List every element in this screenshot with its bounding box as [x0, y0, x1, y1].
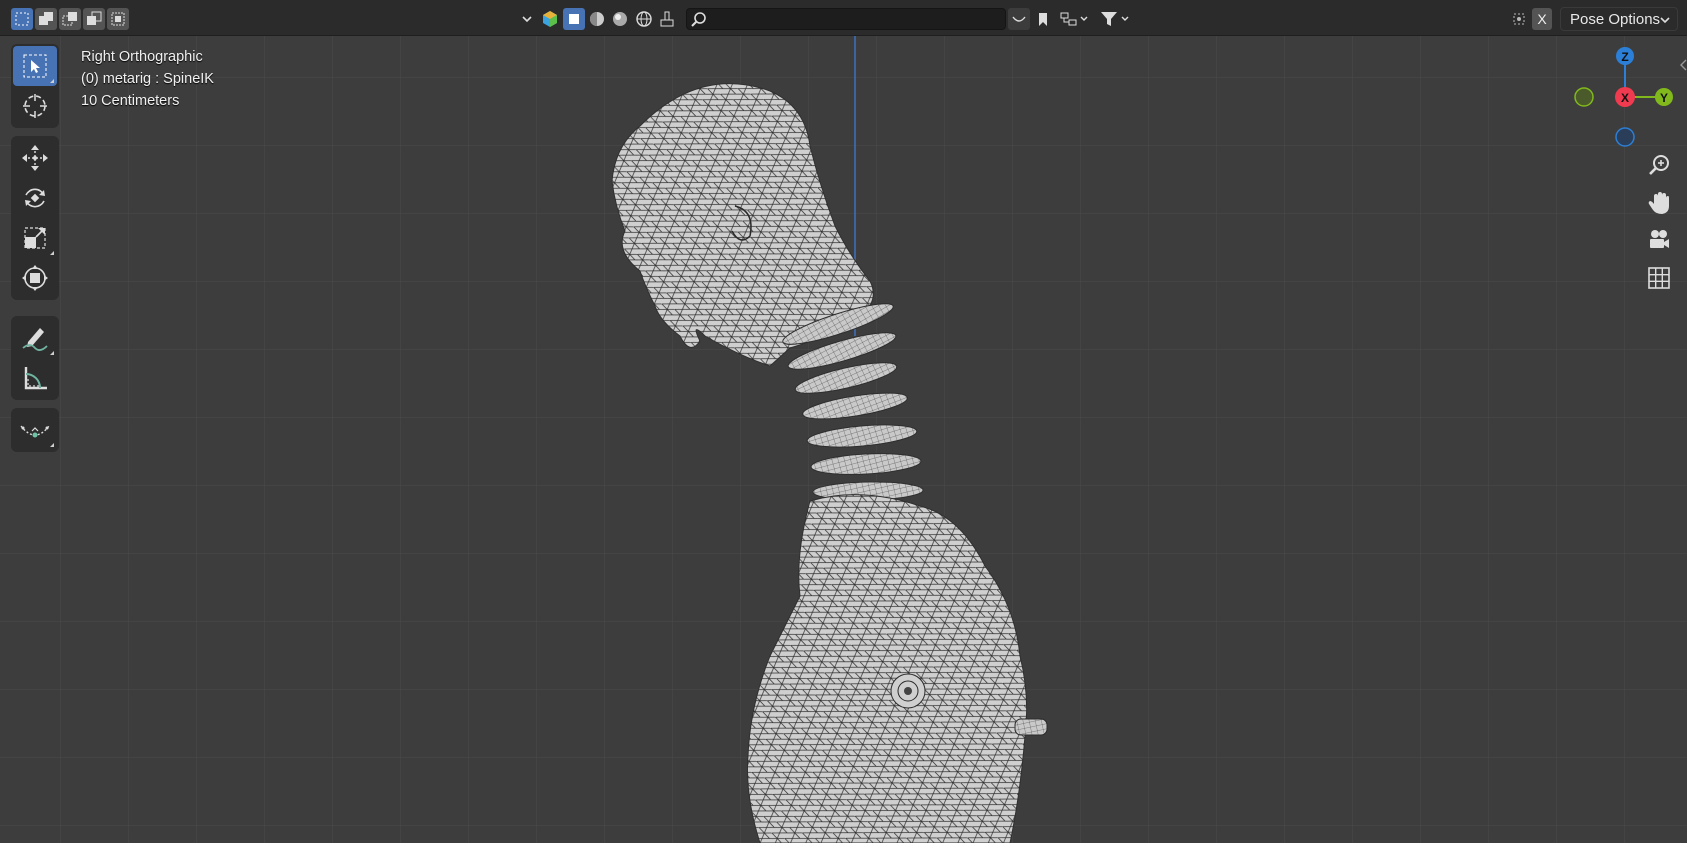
toolbar-group-annotate	[11, 316, 59, 400]
ortho-persp-toggle-button[interactable]	[1642, 261, 1676, 295]
search-field[interactable]	[686, 8, 1006, 31]
view-name: Right Orthographic	[81, 49, 203, 65]
viewport-shading-wireframe-button[interactable]	[563, 8, 585, 30]
tool-cursor[interactable]	[13, 86, 57, 126]
select-subtract-button[interactable]	[59, 8, 81, 30]
toolbar-group-transform	[11, 136, 59, 300]
hierarchy-dropdown[interactable]	[1058, 8, 1092, 30]
brush-icon	[660, 11, 674, 27]
camera-view-button[interactable]	[1642, 223, 1676, 257]
cursor-icon	[23, 94, 47, 118]
tool-relax[interactable]	[13, 410, 57, 450]
display-type-button[interactable]	[539, 8, 561, 30]
select-difference-icon	[87, 11, 102, 25]
grid-icon	[1648, 267, 1670, 289]
gizmo-x-label: X	[1621, 91, 1629, 105]
hierarchy-icon	[1060, 12, 1088, 26]
select-new-icon	[15, 12, 29, 26]
scale-icon	[24, 227, 46, 249]
viewport-header: X Pose Options	[0, 0, 1687, 36]
brush-button[interactable]	[656, 8, 678, 30]
bookmark-icon	[1039, 13, 1047, 26]
select-subtract-icon	[62, 12, 77, 26]
bone-pivot-icon	[1513, 13, 1525, 25]
chevron-down-icon	[522, 16, 532, 23]
select-intersect-button[interactable]	[107, 8, 129, 30]
zoom-magnifier-icon	[1649, 155, 1669, 175]
pose-options-label: Pose Options	[1570, 10, 1661, 28]
collapse-button[interactable]	[1008, 8, 1030, 30]
tool-move[interactable]	[13, 138, 57, 178]
tool-transform[interactable]	[13, 258, 57, 298]
gizmo-z-label: Z	[1621, 50, 1628, 64]
select-extend-icon	[39, 12, 53, 25]
viewport-shading-material-button[interactable]	[609, 8, 631, 30]
select-box-icon	[23, 54, 47, 78]
annotate-pencil-icon	[22, 328, 48, 351]
grid-scale-label: 10 Centimeters	[81, 93, 180, 109]
chevron-down-icon	[1659, 13, 1671, 30]
filter-dropdown-chevron[interactable]	[518, 8, 536, 30]
tool-select-box[interactable]	[13, 46, 57, 86]
search-icon	[691, 11, 707, 31]
viewport-info-overlay: Right Orthographic (0) metarig : SpineIK…	[81, 46, 214, 112]
tool-rotate[interactable]	[13, 178, 57, 218]
camera-icon	[1650, 230, 1669, 248]
viewport-shading-rendered-button[interactable]	[633, 8, 655, 30]
transform-icon	[22, 265, 48, 291]
tool-annotate[interactable]	[13, 318, 57, 358]
tool-measure[interactable]	[13, 358, 57, 398]
viewport-shading-solid-button[interactable]	[586, 8, 608, 30]
zoom-button[interactable]	[1642, 148, 1676, 182]
select-difference-button[interactable]	[83, 8, 105, 30]
select-intersect-icon	[111, 12, 125, 26]
transform-affect-button[interactable]	[1508, 8, 1530, 30]
square-icon	[569, 14, 579, 24]
funnel-icon	[1101, 12, 1129, 26]
move-icon	[22, 145, 48, 171]
chevron-left-icon	[1680, 59, 1687, 71]
arc-icon	[1012, 16, 1026, 22]
bookmark-button[interactable]	[1032, 8, 1054, 30]
toolbar-group-relax	[11, 408, 59, 452]
x-mirror-toggle[interactable]: X	[1532, 8, 1552, 30]
hexagon-color-icon	[543, 11, 557, 27]
sphere-material-icon	[613, 12, 627, 26]
gizmo-neg-z-handle[interactable]	[1615, 127, 1635, 147]
select-extend-button[interactable]	[35, 8, 57, 30]
measure-ruler-icon	[24, 367, 47, 390]
globe-icon	[636, 11, 652, 27]
active-object-label: (0) metarig : SpineIK	[81, 71, 214, 87]
toolbar-group-select	[11, 44, 59, 128]
select-new-button[interactable]	[11, 8, 33, 30]
gizmo-neg-y-handle[interactable]	[1574, 87, 1594, 107]
tool-scale[interactable]	[13, 218, 57, 258]
pose-options-dropdown[interactable]: Pose Options	[1560, 7, 1678, 31]
sidebar-expand-tab[interactable]	[1679, 56, 1687, 74]
gizmo-y-label: Y	[1660, 91, 1668, 105]
sphere-solid-icon	[590, 12, 604, 26]
filter-dropdown[interactable]	[1098, 8, 1132, 30]
relax-curve-icon	[20, 425, 50, 438]
search-input[interactable]	[711, 9, 1005, 31]
viewport-canvas[interactable]: Z Y X	[0, 36, 1687, 843]
hand-icon	[1648, 192, 1669, 214]
rotate-icon	[25, 188, 45, 208]
pan-button[interactable]	[1642, 186, 1676, 220]
